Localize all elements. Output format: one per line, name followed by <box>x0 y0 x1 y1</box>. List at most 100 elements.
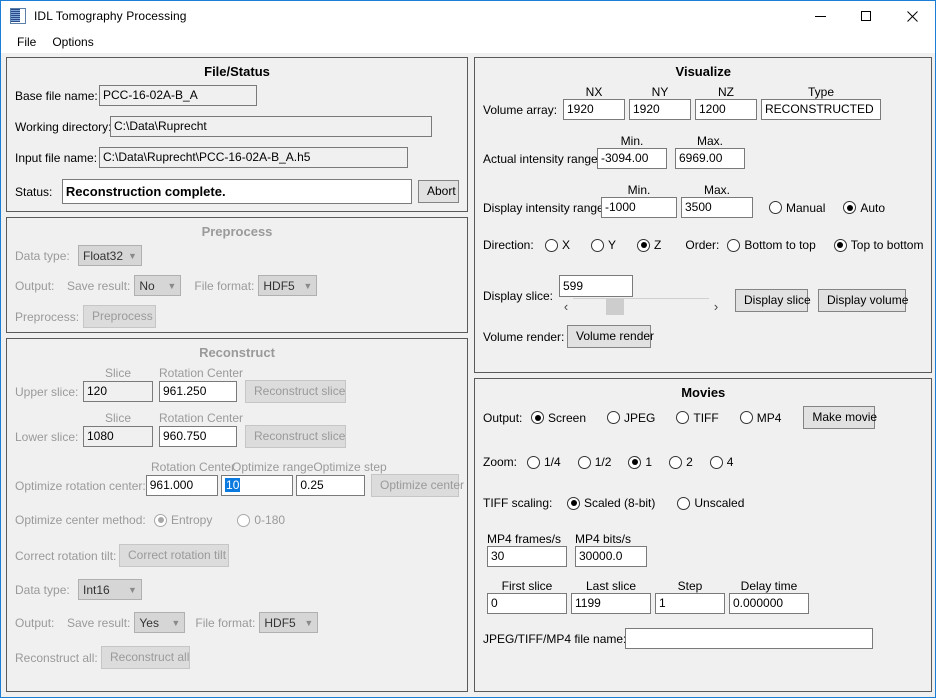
optimize-range-input[interactable]: 10 <box>221 475 294 496</box>
slider-decrement-arrow[interactable]: ‹ <box>559 299 573 314</box>
actual-max-input[interactable]: 6969.00 <box>675 148 745 169</box>
reconstruct-fileformat-select[interactable]: HDF5 ▼ <box>259 612 319 633</box>
maximize-icon[interactable] <box>843 1 889 31</box>
radio-dot-icon <box>709 455 723 469</box>
optimize-rotation-center-input[interactable]: 961.000 <box>145 475 219 496</box>
direction-radio-y[interactable]: Y <box>591 238 616 252</box>
display-slice-button[interactable]: Display slice <box>735 289 811 312</box>
method-radio-entropy[interactable]: Entropy <box>154 513 212 527</box>
slice-header-lower: Slice <box>104 411 131 425</box>
delay-time-input[interactable]: 0.000000 <box>729 593 809 614</box>
upper-slice-headers: Slice Rotation Center <box>15 366 459 380</box>
radio-dot-icon <box>769 201 782 214</box>
nz-input[interactable]: 1200 <box>695 99 757 120</box>
preprocess-action-label: Preprocess: <box>15 309 80 324</box>
chevron-down-icon: ▼ <box>303 280 313 291</box>
upper-reconstruct-slice-button[interactable]: Reconstruct slice <box>245 380 346 403</box>
base-file-input[interactable]: PCC-16-02A-B_A <box>99 85 257 106</box>
reconstruct-all-button[interactable]: Reconstruct all <box>101 646 190 669</box>
working-dir-input[interactable]: C:\Data\Ruprecht <box>110 116 432 137</box>
close-icon[interactable] <box>889 1 935 31</box>
menu-item-options[interactable]: Options <box>44 33 101 51</box>
output-radio-mp4[interactable]: MP4 <box>739 411 781 425</box>
zoom-radio-two[interactable]: 2 <box>669 455 693 469</box>
display-max-input[interactable]: 3500 <box>681 197 753 218</box>
preprocess-saveresult-select[interactable]: No ▼ <box>134 275 182 296</box>
zoom-radio-four[interactable]: 4 <box>709 455 733 469</box>
lower-reconstruct-slice-button[interactable]: Reconstruct slice <box>245 425 346 448</box>
input-file-input[interactable]: C:\Data\Ruprecht\PCC-16-02A-B_A.h5 <box>99 147 408 168</box>
lower-slice-input[interactable]: 1080 <box>83 426 153 447</box>
tiff-radio-unscaled[interactable]: Unscaled <box>677 496 744 510</box>
last-slice-header: Last slice <box>585 579 637 593</box>
reconstruct-datatype-label: Data type: <box>15 582 70 597</box>
first-slice-input[interactable]: 0 <box>487 593 567 614</box>
make-movie-button[interactable]: Make movie <box>803 406 877 429</box>
nx-input[interactable]: 1920 <box>563 99 625 120</box>
intensity-radio-manual[interactable]: Manual <box>769 201 825 215</box>
display-volume-button[interactable]: Display volume <box>818 289 908 312</box>
upper-slice-row: Upper slice: 120 961.250 Reconstruct sli… <box>15 380 459 403</box>
last-slice-input[interactable]: 1199 <box>571 593 651 614</box>
lower-rotation-center-input[interactable]: 960.750 <box>159 426 237 447</box>
status-field: Reconstruction complete. <box>61 179 412 204</box>
mp4-fps-input[interactable]: 30 <box>487 546 567 567</box>
direction-radio-x[interactable]: X <box>545 238 570 252</box>
zoom-radio-half[interactable]: 1/2 <box>577 455 612 469</box>
type-input[interactable]: RECONSTRUCTED <box>761 99 881 120</box>
volume-render-button[interactable]: Volume render <box>567 325 654 348</box>
direction-radio-z[interactable]: Z <box>637 238 661 252</box>
first-slice-header: First slice <box>501 579 553 593</box>
preprocess-output-row: Output: Save result: No ▼ File format: H… <box>15 275 459 296</box>
abort-button[interactable]: Abort <box>418 180 459 203</box>
optimize-center-button[interactable]: Optimize center <box>371 474 464 497</box>
tiff-radio-scaled[interactable]: Scaled (8-bit) <box>567 496 655 510</box>
preprocess-datatype-select[interactable]: Float32 ▼ <box>78 245 142 266</box>
upper-rotation-center-input[interactable]: 961.250 <box>159 381 237 402</box>
reconstruct-saveresult-select[interactable]: Yes ▼ <box>134 612 186 633</box>
correct-rotation-tilt-button[interactable]: Correct rotation tilt <box>119 544 229 567</box>
movie-filename-input[interactable] <box>625 628 873 649</box>
zoom-radio-quarter[interactable]: 1/4 <box>527 455 561 469</box>
output-radio-screen[interactable]: Screen <box>531 411 586 425</box>
zoom-radio-one[interactable]: 1 <box>628 455 652 469</box>
chevron-down-icon: ▼ <box>128 584 137 595</box>
output-radio-tiff[interactable]: TIFF <box>676 411 719 425</box>
volume-array-row: Volume array: 1920 1920 1200 RECONSTRUCT… <box>483 99 923 120</box>
intensity-radio-auto[interactable]: Auto <box>843 201 885 215</box>
radio-dot-icon <box>843 201 857 214</box>
minimize-icon[interactable] <box>797 1 843 31</box>
upper-slice-input[interactable]: 120 <box>83 381 153 402</box>
mp4-headers: MP4 frames/s MP4 bits/s <box>483 532 923 546</box>
display-slice-slider[interactable]: ‹ › <box>559 297 723 315</box>
chevron-down-icon: ▼ <box>128 250 137 261</box>
radio-dot-icon <box>154 513 167 527</box>
order-radio-top-to-bottom[interactable]: Top to bottom <box>833 238 923 252</box>
mp4-bps-input[interactable]: 30000.0 <box>575 546 647 567</box>
optimize-step-input[interactable]: 0.25 <box>296 475 365 496</box>
slice-range-headers: First slice Last slice Step Delay time <box>483 579 923 593</box>
method-radio-0-180[interactable]: 0-180 <box>237 513 285 527</box>
order-radio-bottom-to-top[interactable]: Bottom to top <box>727 238 816 252</box>
menu-item-file[interactable]: File <box>9 33 44 51</box>
slider-thumb[interactable] <box>606 299 624 315</box>
tiff-scaling-row: TIFF scaling: Scaled (8-bit) Unscaled <box>483 496 923 510</box>
slider-groove[interactable] <box>573 297 709 315</box>
right-column: Visualize NX NY NZ Type Volume array: 19… <box>474 57 933 692</box>
preprocess-button[interactable]: Preprocess <box>83 305 156 328</box>
zoom-half-label: 1/2 <box>594 455 612 469</box>
radio-dot-icon <box>739 411 753 424</box>
ny-input[interactable]: 1920 <box>629 99 691 120</box>
optimize-rc-header: Rotation Center <box>151 460 236 474</box>
actual-min-input[interactable]: -3094.00 <box>597 148 667 169</box>
step-input[interactable]: 1 <box>655 593 725 614</box>
chevron-down-icon: ▼ <box>304 617 314 628</box>
tiff-unscaled-label: Unscaled <box>694 496 745 510</box>
reconstruct-datatype-select[interactable]: Int16 ▼ <box>78 579 142 600</box>
preprocess-fileformat-select[interactable]: HDF5 ▼ <box>258 275 318 296</box>
main-content: File/Status Base file name: PCC-16-02A-B… <box>1 53 935 697</box>
display-min-input[interactable]: -1000 <box>601 197 677 218</box>
output-radio-jpeg[interactable]: JPEG <box>607 411 655 425</box>
slider-increment-arrow[interactable]: › <box>709 299 723 314</box>
display-slice-input[interactable]: 599 <box>559 275 633 297</box>
